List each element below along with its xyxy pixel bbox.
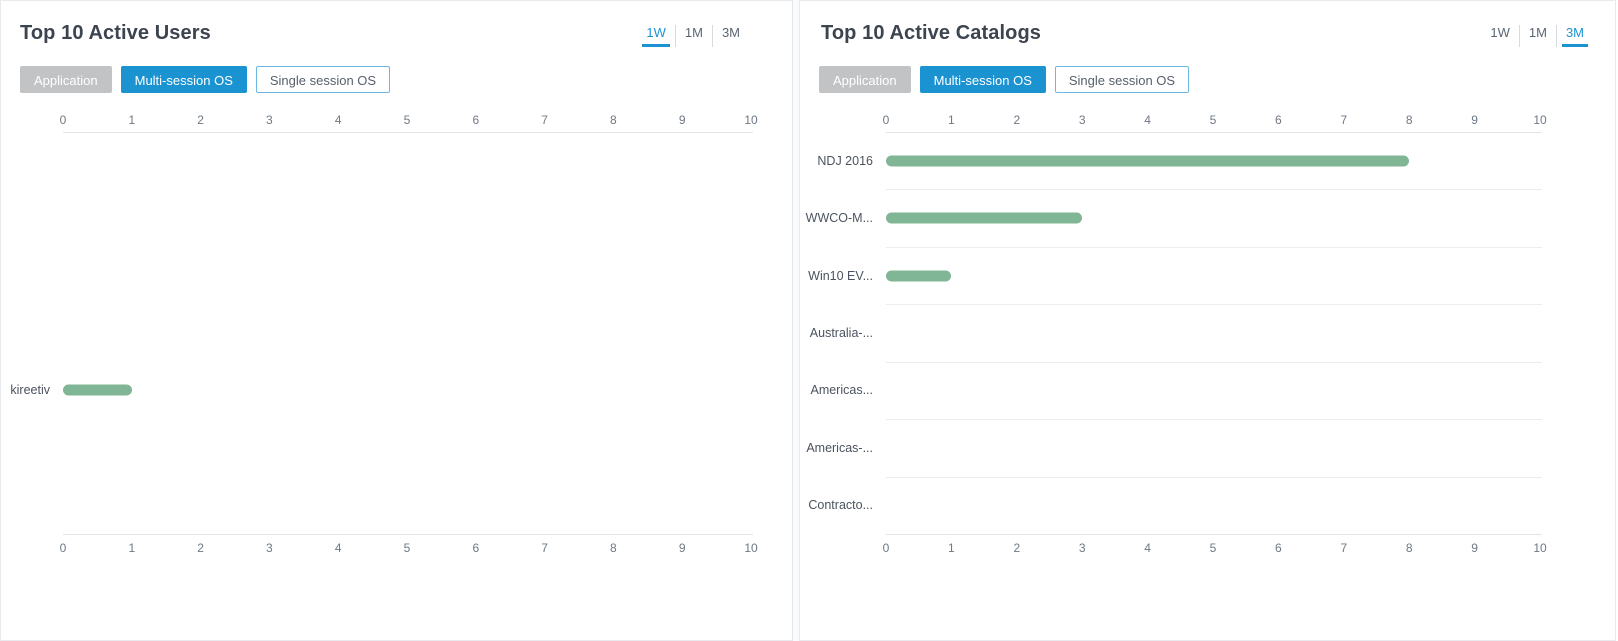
x-tick-label: 8 <box>1406 541 1413 555</box>
filter-buttons-active-catalogs: Application Multi-session OS Single sess… <box>819 66 1189 93</box>
x-tick-label: 1 <box>948 113 955 127</box>
page-title-active-catalogs: Top 10 Active Catalogs <box>821 22 1041 45</box>
filter-buttons-active-users: Application Multi-session OS Single sess… <box>20 66 390 93</box>
x-tick-label: 6 <box>1275 541 1282 555</box>
x-tick-label: 7 <box>1340 541 1347 555</box>
bar[interactable] <box>886 155 1409 166</box>
category-label: Win10 EV... <box>808 269 873 283</box>
x-tick-label: 8 <box>610 113 617 127</box>
category-label: Australia-... <box>810 326 873 340</box>
bar[interactable] <box>886 270 951 281</box>
category-label: Americas-... <box>806 441 873 455</box>
x-tick-label: 4 <box>1144 113 1151 127</box>
gridline <box>886 477 1542 478</box>
category-label: Contracto... <box>808 498 873 512</box>
range-tabs-active-users: 1W 1M 3M <box>637 25 749 47</box>
range-tab-3m-catalogs[interactable]: 3M <box>1556 25 1593 47</box>
x-tick-label: 2 <box>197 113 204 127</box>
x-tick-label: 10 <box>744 113 757 127</box>
range-tab-1w-catalogs[interactable]: 1W <box>1481 25 1519 47</box>
x-tick-label: 7 <box>541 541 548 555</box>
x-tick-label: 9 <box>1471 541 1478 555</box>
x-tick-label: 10 <box>1533 113 1546 127</box>
bar[interactable] <box>886 213 1082 224</box>
x-tick-label: 5 <box>404 541 411 555</box>
panel-active-users: Top 10 Active Users 1W 1M 3M Application… <box>0 0 792 641</box>
x-tick-label: 6 <box>472 541 479 555</box>
x-tick-label: 1 <box>128 113 135 127</box>
x-tick-label: 9 <box>679 113 686 127</box>
x-tick-label: 3 <box>266 113 273 127</box>
gridline <box>886 362 1542 363</box>
gridline <box>886 247 1542 248</box>
x-tick-label: 3 <box>1079 541 1086 555</box>
x-tick-label: 7 <box>1340 113 1347 127</box>
x-tick-label: 4 <box>335 541 342 555</box>
x-axis-top: 0 1 2 3 4 5 6 7 8 9 10 <box>800 113 1615 129</box>
gridline <box>886 419 1542 420</box>
chart-active-catalogs: 0 1 2 3 4 5 6 7 8 9 10 0 1 2 3 4 5 6 7 8 9 10 NDJ 2016 WWCO-M..… <box>800 105 1615 640</box>
axis-line-bottom <box>63 534 753 535</box>
x-tick-label: 8 <box>1406 113 1413 127</box>
x-tick-label: 0 <box>883 541 890 555</box>
x-tick-label: 6 <box>472 113 479 127</box>
range-tab-1m-catalogs[interactable]: 1M <box>1519 25 1556 47</box>
x-tick-label: 0 <box>60 541 67 555</box>
filter-button-multi-session-os-catalogs[interactable]: Multi-session OS <box>920 66 1046 93</box>
category-label: NDJ 2016 <box>817 154 873 168</box>
x-tick-label: 4 <box>1144 541 1151 555</box>
x-tick-label: 7 <box>541 113 548 127</box>
chart-active-users: 0 1 2 3 4 5 6 7 8 9 10 0 1 2 3 4 5 6 7 8 9 10 kireetiv <box>1 105 792 640</box>
x-tick-label: 1 <box>128 541 135 555</box>
x-axis-top: 0 1 2 3 4 5 6 7 8 9 10 <box>1 113 792 129</box>
x-axis-bottom: 0 1 2 3 4 5 6 7 8 9 10 <box>1 541 792 557</box>
axis-line-top <box>63 132 753 133</box>
axis-line-top <box>886 132 1542 133</box>
filter-button-single-session-os-catalogs[interactable]: Single session OS <box>1055 66 1189 93</box>
x-tick-label: 5 <box>1210 541 1217 555</box>
dashboard-page: Top 10 Active Users 1W 1M 3M Application… <box>0 0 1618 641</box>
filter-button-single-session-os-users[interactable]: Single session OS <box>256 66 390 93</box>
panel-divider <box>792 0 800 641</box>
x-tick-label: 8 <box>610 541 617 555</box>
panel-active-catalogs: Top 10 Active Catalogs 1W 1M 3M Applicat… <box>800 0 1616 641</box>
x-tick-label: 10 <box>744 541 757 555</box>
x-tick-label: 5 <box>1210 113 1217 127</box>
x-tick-label: 2 <box>1013 541 1020 555</box>
filter-button-application-users[interactable]: Application <box>20 66 112 93</box>
range-tab-3m-users[interactable]: 3M <box>712 25 749 47</box>
gridline <box>886 189 1542 190</box>
category-label: WWCO-M... <box>806 211 873 225</box>
x-tick-label: 4 <box>335 113 342 127</box>
x-tick-label: 1 <box>948 541 955 555</box>
filter-button-multi-session-os-users[interactable]: Multi-session OS <box>121 66 247 93</box>
x-tick-label: 2 <box>197 541 204 555</box>
x-tick-label: 5 <box>404 113 411 127</box>
x-tick-label: 9 <box>679 541 686 555</box>
range-tabs-active-catalogs: 1W 1M 3M <box>1481 25 1593 47</box>
filter-button-application-catalogs[interactable]: Application <box>819 66 911 93</box>
range-tab-1w-users[interactable]: 1W <box>637 25 675 47</box>
category-label: kireetiv <box>10 383 50 397</box>
x-tick-label: 0 <box>60 113 67 127</box>
x-tick-label: 0 <box>883 113 890 127</box>
x-tick-label: 3 <box>266 541 273 555</box>
x-axis-bottom: 0 1 2 3 4 5 6 7 8 9 10 <box>800 541 1615 557</box>
axis-line-bottom <box>886 534 1542 535</box>
range-tab-1m-users[interactable]: 1M <box>675 25 712 47</box>
x-tick-label: 6 <box>1275 113 1282 127</box>
x-tick-label: 3 <box>1079 113 1086 127</box>
x-tick-label: 10 <box>1533 541 1546 555</box>
category-label: Americas... <box>810 383 873 397</box>
page-title-active-users: Top 10 Active Users <box>20 22 211 45</box>
gridline <box>886 304 1542 305</box>
bar[interactable] <box>63 385 132 396</box>
x-tick-label: 2 <box>1013 113 1020 127</box>
x-tick-label: 9 <box>1471 113 1478 127</box>
